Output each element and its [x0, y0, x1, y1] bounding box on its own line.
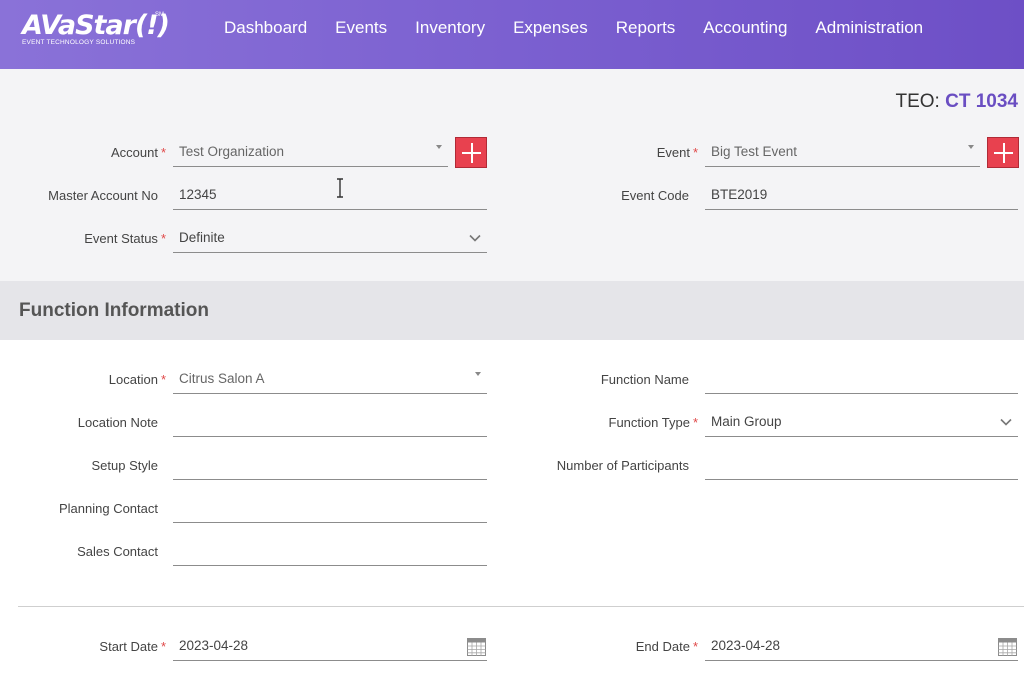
- master-account-no-value: 12345: [179, 187, 217, 202]
- nav-administration[interactable]: Administration: [801, 18, 937, 38]
- end-date-label: End Date *: [636, 639, 698, 654]
- event-select[interactable]: Big Test Event: [705, 139, 980, 167]
- location-label: Location *: [109, 372, 166, 387]
- logo-tagline: EVENT TECHNOLOGY SOLUTIONS: [22, 39, 136, 46]
- setup-style-field[interactable]: [173, 452, 487, 480]
- required-marker: *: [160, 231, 166, 246]
- main-nav: Dashboard Events Inventory Expenses Repo…: [210, 0, 937, 56]
- required-marker: *: [160, 145, 166, 160]
- text-cursor-icon: [337, 178, 343, 198]
- chevron-down-icon: [469, 231, 481, 243]
- event-status-value: Definite: [179, 230, 225, 245]
- caret-down-icon: [436, 145, 442, 149]
- account-label: Account *: [111, 145, 166, 160]
- master-account-no-field[interactable]: 12345: [173, 182, 487, 210]
- sales-contact-label: Sales Contact: [77, 544, 158, 559]
- function-name-field[interactable]: [705, 366, 1018, 394]
- end-date-label-text: End Date: [635, 639, 690, 654]
- calendar-icon[interactable]: [467, 637, 486, 656]
- teo-label: TEO:: [895, 91, 940, 112]
- caret-down-icon: [968, 145, 974, 149]
- section-divider: [18, 606, 1024, 607]
- nav-expenses[interactable]: Expenses: [499, 18, 602, 38]
- event-code-label: Event Code: [621, 188, 689, 203]
- location-note-label: Location Note: [77, 415, 158, 430]
- start-date-picker[interactable]: 2023-04-28: [173, 633, 487, 661]
- account-select[interactable]: Test Organization: [173, 139, 448, 167]
- event-status-label-text: Event Status: [84, 231, 158, 246]
- location-value: Citrus Salon A: [179, 371, 265, 386]
- master-account-no-label: Master Account No: [48, 188, 158, 203]
- required-marker: *: [160, 639, 166, 654]
- event-code-value: BTE2019: [711, 187, 768, 202]
- nav-accounting[interactable]: Accounting: [689, 18, 801, 38]
- sales-contact-field[interactable]: [173, 538, 487, 566]
- required-marker: *: [692, 639, 698, 654]
- planning-contact-label: Planning Contact: [58, 501, 158, 516]
- logo-wordmark: AVaStar(!): [22, 10, 170, 41]
- required-marker: *: [692, 415, 698, 430]
- required-marker: *: [160, 372, 166, 387]
- account-label-text: Account: [110, 145, 158, 160]
- end-date-value: 2023-04-28: [711, 638, 781, 653]
- setup-style-label: Setup Style: [91, 458, 159, 473]
- location-select[interactable]: Citrus Salon A: [173, 366, 487, 394]
- nav-events[interactable]: Events: [321, 18, 401, 38]
- function-type-label: Function Type *: [609, 415, 698, 430]
- teo-identifier: TEO: CT 1034: [896, 91, 1019, 113]
- avastar-logo[interactable]: AVaStar(!) SM EVENT TECHNOLOGY SOLUTIONS: [22, 11, 170, 49]
- required-marker: *: [692, 145, 698, 160]
- chevron-down-icon: [1000, 415, 1012, 427]
- start-date-value: 2023-04-28: [179, 638, 249, 653]
- nav-dashboard[interactable]: Dashboard: [210, 18, 321, 38]
- start-date-label-text: Start Date: [99, 639, 158, 654]
- location-note-field[interactable]: [173, 409, 487, 437]
- number-of-participants-field[interactable]: [705, 452, 1018, 480]
- event-status-label: Event Status *: [84, 231, 166, 246]
- end-date-picker[interactable]: 2023-04-28: [705, 633, 1018, 661]
- number-of-participants-label: Number of Participants: [556, 458, 689, 473]
- function-type-select[interactable]: Main Group: [705, 409, 1018, 437]
- account-value: Test Organization: [179, 144, 285, 159]
- function-type-value: Main Group: [711, 414, 782, 429]
- add-event-button[interactable]: [987, 137, 1019, 168]
- calendar-icon[interactable]: [998, 637, 1017, 656]
- add-account-button[interactable]: [455, 137, 487, 168]
- nav-reports[interactable]: Reports: [602, 18, 690, 38]
- event-label-text: Event: [656, 145, 690, 160]
- location-label-text: Location: [108, 372, 158, 387]
- nav-inventory[interactable]: Inventory: [401, 18, 499, 38]
- planning-contact-field[interactable]: [173, 495, 487, 523]
- event-status-select[interactable]: Definite: [173, 225, 487, 253]
- function-information-header: Function Information: [0, 281, 1024, 340]
- caret-down-icon: [475, 372, 481, 376]
- section-title: Function Information: [19, 300, 209, 321]
- event-value: Big Test Event: [711, 144, 798, 159]
- event-code-field[interactable]: BTE2019: [705, 182, 1018, 210]
- top-navigation-bar: AVaStar(!) SM EVENT TECHNOLOGY SOLUTIONS…: [0, 0, 1024, 69]
- function-type-label-text: Function Type: [608, 415, 690, 430]
- function-name-label: Function Name: [600, 372, 689, 387]
- logo-service-mark: SM: [155, 12, 164, 18]
- teo-value: CT 1034: [945, 91, 1018, 112]
- event-label: Event *: [657, 145, 698, 160]
- start-date-label: Start Date *: [99, 639, 166, 654]
